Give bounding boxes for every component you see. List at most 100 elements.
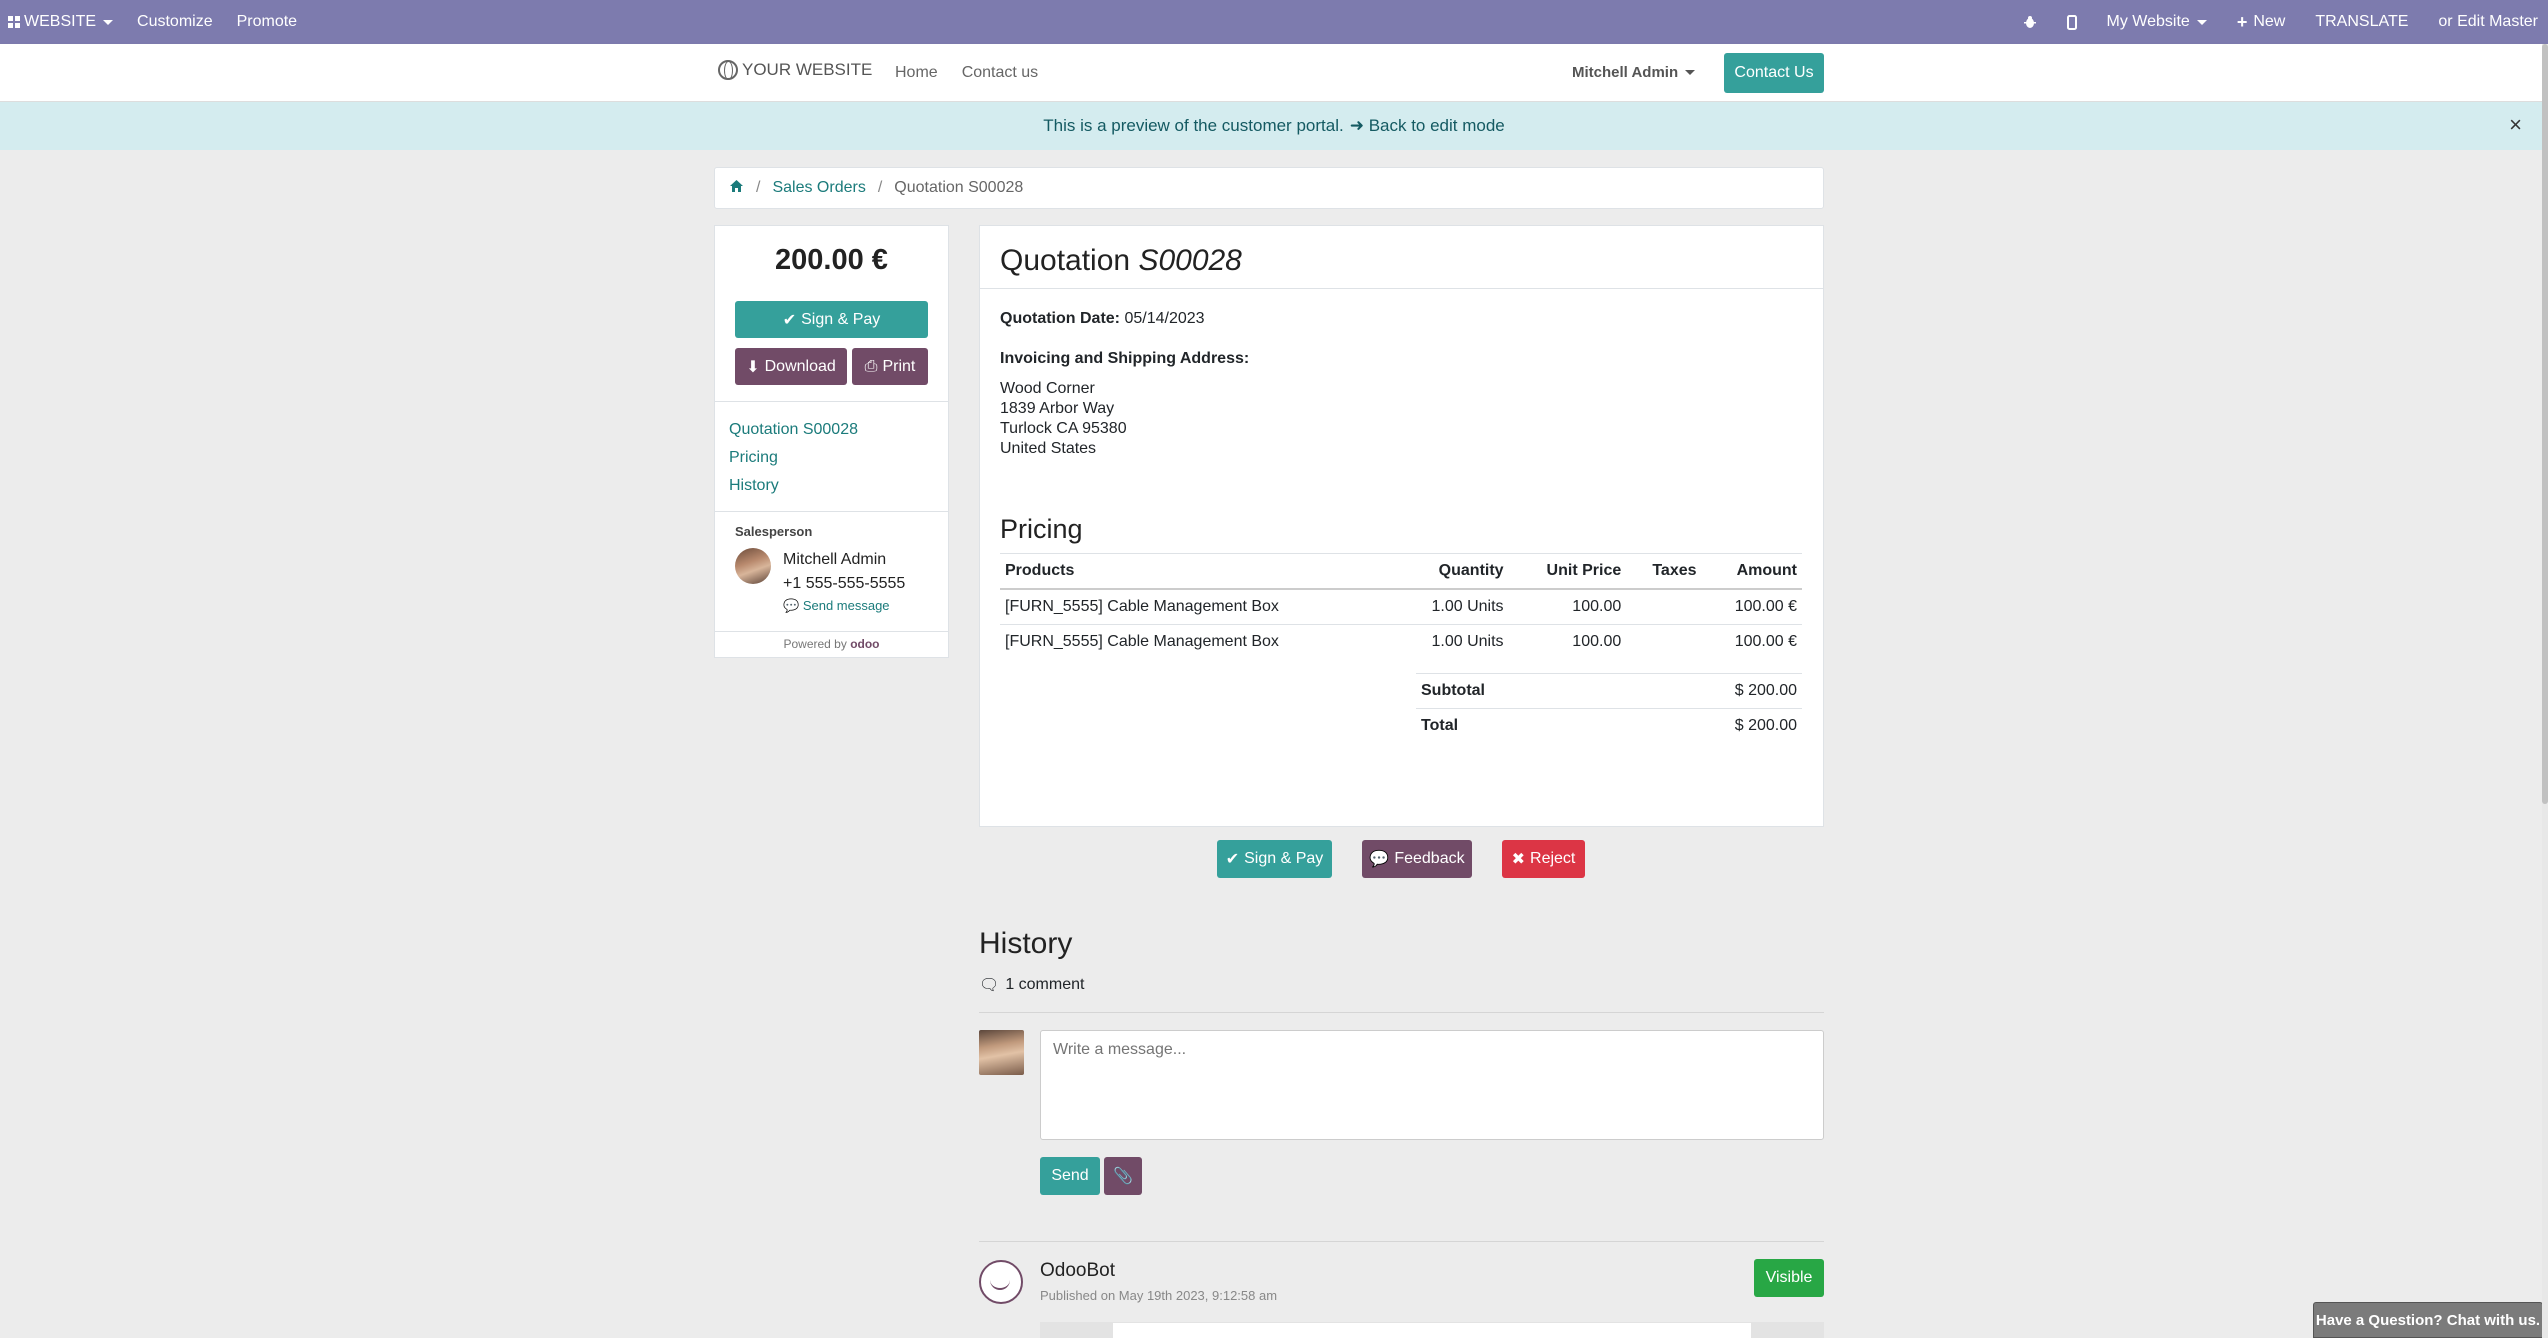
sign-pay-button[interactable]: ✔ Sign & Pay [1217, 840, 1332, 878]
total-row: Total $ 200.00 [1416, 708, 1802, 743]
times-icon: ✖ [1511, 851, 1526, 868]
user-menu[interactable]: Mitchell Admin [1572, 64, 1696, 81]
paperclip-icon: 📎 [1113, 1168, 1133, 1185]
breadcrumb-current: Quotation S00028 [894, 179, 1024, 196]
current-user-avatar [979, 1030, 1024, 1075]
powered-by: Powered by odoo [783, 637, 880, 651]
arrow-right-icon: ➜ [1349, 116, 1364, 135]
debug-bug-icon[interactable] [2023, 15, 2037, 29]
caret-down-icon [1685, 70, 1696, 75]
reject-button[interactable]: ✖ Reject [1502, 840, 1585, 878]
site-logo[interactable]: YOUR WEBSITE [718, 60, 872, 80]
breadcrumb: / Sales Orders / Quotation S00028 [714, 167, 1824, 209]
sidebar-card: 200.00 € ✔ Sign & Pay ⬇ Download ⎙ Print Qu… [714, 225, 949, 658]
comment-count: 🗨 1 comment [979, 976, 1085, 994]
unit-price-cell: 100.00 [1508, 589, 1627, 625]
preview-banner: This is a preview of the customer portal… [0, 102, 2548, 150]
column-header: Taxes [1626, 553, 1702, 590]
total-amount: 200.00 € [775, 244, 888, 276]
attach-button[interactable]: 📎 [1104, 1157, 1142, 1195]
breadcrumb-sales-orders[interactable]: Sales Orders [772, 179, 865, 197]
nav-contact[interactable]: Contact us [962, 64, 1038, 82]
quantity-cell: 1.00 Units [1394, 589, 1509, 625]
amount-cell: 100.00 € [1734, 633, 1797, 650]
sidebar-sign-pay-button[interactable]: ✔ Sign & Pay [735, 301, 928, 338]
salesperson-name: Mitchell Admin [783, 551, 887, 568]
product-cell: [FURN_5555] Cable Management Box [1005, 633, 1279, 650]
comment-icon: 💬 [1369, 851, 1390, 868]
odoo-logo[interactable]: odoo [850, 637, 879, 651]
address-line: United States [1000, 440, 1097, 457]
home-icon[interactable] [729, 179, 744, 198]
table-header-row: Products Quantity Unit Price Taxes Amoun… [1000, 553, 1802, 590]
total-label: Total [1416, 708, 1612, 743]
print-icon: ⎙ [864, 357, 878, 375]
sidebar-link-history[interactable]: History [729, 472, 858, 500]
quotation-card: Quotation S00028 Quotation Date: 05/14/2… [979, 225, 1824, 827]
comments-icon: 🗨 [979, 977, 1000, 994]
history-heading: History [979, 927, 1073, 960]
close-icon[interactable]: × [2509, 112, 2522, 138]
edit-button[interactable]: or Edit Master [2438, 13, 2538, 31]
quotation-number: S00028 [1138, 244, 1242, 277]
site-selector[interactable]: My Website [2107, 13, 2207, 31]
divider [715, 401, 948, 402]
salesperson-avatar [735, 548, 771, 584]
salesperson-phone: +1 555-555-5555 [783, 575, 906, 592]
message-author: OdooBot [1040, 1260, 1115, 1281]
pricing-heading: Pricing [1000, 514, 1083, 544]
send-button[interactable]: Send [1040, 1157, 1100, 1195]
comment-icon: 💬 [783, 598, 800, 613]
subtotal-row: Subtotal $ 200.00 [1416, 673, 1802, 709]
subtotal-value: $ 200.00 [1611, 673, 1802, 709]
column-header: Unit Price [1508, 553, 1627, 590]
breadcrumb-separator: / [877, 179, 883, 196]
total-value: $ 200.00 [1611, 708, 1802, 743]
main-nav: Home Contact us [895, 64, 1038, 82]
taxes-cell [1626, 625, 1701, 660]
check-icon: ✔ [782, 311, 797, 329]
print-button[interactable]: ⎙ Print [852, 348, 928, 385]
apps-grid-icon [8, 16, 20, 28]
mobile-preview-icon[interactable] [2066, 14, 2077, 30]
address-line: Turlock CA 95380 [1000, 420, 1127, 437]
message-date: Published on May 19th 2023, 9:12:58 am [1040, 1288, 1278, 1303]
divider [715, 631, 948, 632]
livechat-button[interactable]: Have a Question? Chat with us. [2313, 1302, 2543, 1338]
translate-button[interactable]: TRANSLATE [2315, 13, 2408, 31]
product-cell: [FURN_5555] Cable Management Box [1000, 589, 1395, 625]
divider [715, 511, 948, 512]
contact-us-button[interactable]: Contact Us [1724, 53, 1824, 93]
banner-text: This is a preview of the customer portal… [1043, 116, 1344, 135]
address-block: Wood Corner 1839 Arbor Way Turlock CA 95… [1000, 379, 1127, 459]
plus-icon: + [2236, 11, 2248, 32]
message-input[interactable] [1040, 1030, 1824, 1140]
website-menu[interactable]: WEBSITE [8, 13, 114, 31]
sidebar-nav: Quotation S00028 Pricing History [729, 416, 858, 500]
address-heading: Invoicing and Shipping Address: [1000, 350, 1250, 367]
quotation-date: Quotation Date: 05/14/2023 [1000, 310, 1205, 327]
check-icon: ✔ [1225, 851, 1240, 868]
salesperson-info: Mitchell Admin +1 555-555-5555 [783, 548, 905, 596]
divider [979, 1012, 1824, 1013]
table-row: [FURN_5555] Cable Management Box 1.00 Un… [1000, 625, 1802, 660]
scrollbar-thumb[interactable] [2542, 44, 2548, 804]
visibility-toggle-button[interactable]: Visible [1754, 1259, 1824, 1297]
totals-table: Subtotal $ 200.00 Total $ 200.00 [1416, 673, 1802, 743]
new-button[interactable]: + New [2237, 12, 2286, 33]
download-button[interactable]: ⬇ Download [735, 348, 847, 385]
sidebar-link-quotation[interactable]: Quotation S00028 [729, 416, 858, 444]
back-to-edit-link[interactable]: ➜ Back to edit mode [1350, 116, 1505, 136]
nav-home[interactable]: Home [895, 64, 938, 82]
sidebar-link-pricing[interactable]: Pricing [729, 444, 858, 472]
download-icon: ⬇ [746, 358, 760, 376]
order-lines-table: Products Quantity Unit Price Taxes Amoun… [1000, 553, 1802, 659]
column-header: Products [1000, 553, 1395, 590]
feedback-button[interactable]: 💬 Feedback [1362, 840, 1472, 878]
customize-menu[interactable]: Customize [137, 13, 213, 31]
caret-down-icon [103, 19, 114, 25]
odoobot-avatar [979, 1260, 1023, 1304]
promote-menu[interactable]: Promote [237, 13, 297, 31]
divider [979, 1241, 1824, 1242]
send-message-link[interactable]: 💬 Send message [783, 598, 890, 614]
